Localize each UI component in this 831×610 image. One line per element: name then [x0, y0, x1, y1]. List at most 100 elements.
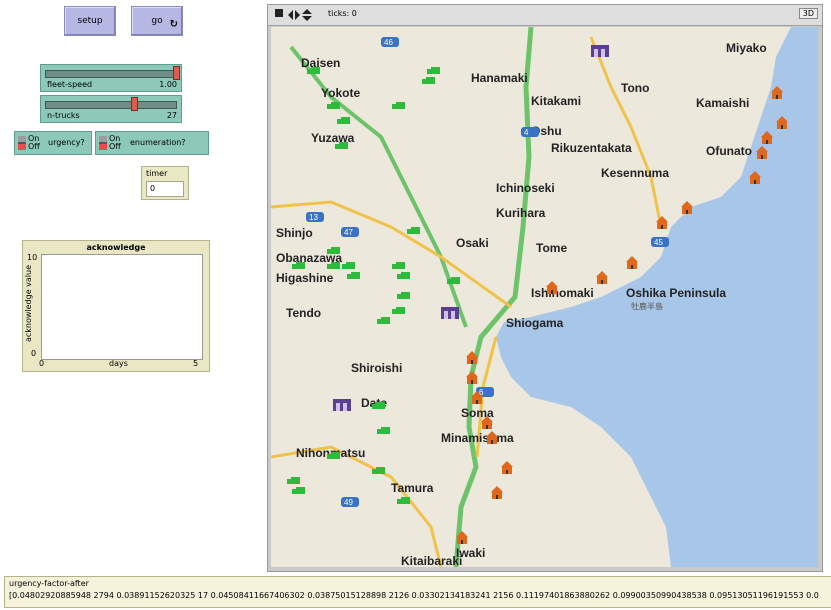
plot-title: acknowledge: [86, 243, 146, 252]
x-axis-min: 0: [39, 359, 45, 368]
city-label: Ichinoseki: [496, 181, 555, 195]
truck-icon: [407, 227, 420, 234]
switch-on-off: On Off: [109, 134, 121, 151]
city-label: Daisen: [301, 56, 340, 70]
slider-value: 27: [166, 111, 177, 120]
city-label: Tono: [621, 81, 649, 95]
truck-icon: [327, 102, 340, 109]
y-axis-min: 0: [31, 349, 37, 358]
map[interactable]: Daisen Hanamaki Tono Miyako Yokote Kitakami Ka…: [271, 27, 818, 567]
x-axis-max: 5: [193, 359, 199, 368]
n-trucks-slider[interactable]: n-trucks 27: [40, 95, 182, 123]
output-value: [0.04802920885948 2794 0.03891152620325 …: [9, 591, 819, 600]
y-axis-max: 10: [27, 253, 38, 262]
truck-icon: [342, 262, 355, 269]
view-controls-icon[interactable]: [274, 8, 318, 22]
toggle-icon[interactable]: [99, 136, 107, 150]
truck-icon: [287, 477, 300, 484]
timer-monitor: timer 0: [141, 166, 189, 200]
highway: [289, 45, 468, 328]
city-label: Tendo: [286, 306, 321, 320]
city-label: Miyako: [726, 41, 767, 55]
truck-icon: [427, 67, 440, 74]
house-icon: [491, 486, 503, 499]
slider-track[interactable]: [45, 101, 177, 109]
slider-knob[interactable]: [173, 66, 180, 80]
setup-label: setup: [77, 16, 103, 26]
slider-track[interactable]: [45, 70, 177, 78]
city-label: Osaki: [456, 236, 489, 250]
truck-icon: [327, 247, 340, 254]
view-toolbar: ticks: 0 3D: [268, 5, 822, 26]
city-label: Tamura: [391, 481, 434, 495]
truck-icon: [377, 317, 390, 324]
truck-icon: [397, 272, 410, 279]
truck-icon: [377, 427, 390, 434]
road: [589, 36, 663, 228]
city-label: Tome: [536, 241, 567, 255]
house-icon: [546, 281, 558, 294]
y-axis-label: acknowledge value: [24, 264, 34, 343]
city-label: Kitaibaraki: [401, 554, 462, 567]
acknowledge-plot: acknowledge 10 0 acknowledge value 0 5 d…: [22, 240, 210, 372]
truck-icon: [392, 262, 405, 269]
truck-icon: [347, 272, 360, 279]
slider-name: n-trucks: [47, 111, 80, 120]
city-label: Soma: [461, 406, 494, 420]
city-label: Yokote: [321, 86, 360, 100]
city-label: Shiroishi: [351, 361, 402, 375]
highway: [453, 27, 534, 567]
switch-on-off: On Off: [28, 134, 40, 151]
monitor-name: timer: [146, 169, 168, 178]
go-button[interactable]: go ↻: [131, 6, 183, 36]
city-label: Hanamaki: [471, 71, 528, 85]
city-label: Rikuzentakata: [551, 141, 632, 155]
fleet-speed-slider[interactable]: fleet-speed 1.00: [40, 64, 182, 92]
3d-button[interactable]: 3D: [798, 8, 818, 19]
city-label: Ofunato: [706, 144, 752, 158]
oshika-sub-label: 牡鹿半島: [631, 301, 663, 311]
truck-icon: [392, 102, 405, 109]
slider-name: fleet-speed: [47, 80, 93, 89]
forever-icon: ↻: [169, 19, 178, 30]
route-number: 13: [309, 213, 318, 222]
city-label: Kesennuma: [601, 166, 669, 180]
city-label: Shinjo: [276, 226, 313, 240]
x-axis-label: days: [109, 359, 128, 368]
ticks-label: ticks: 0: [328, 9, 357, 18]
truck-icon: [292, 487, 305, 494]
city-label: Higashine: [276, 271, 334, 285]
house-icon: [626, 256, 638, 269]
plot-area: [41, 254, 203, 360]
enumeration-switch[interactable]: On Off enumeration?: [95, 131, 209, 155]
house-icon: [466, 371, 478, 384]
depot-icon: [333, 399, 351, 411]
toggle-icon[interactable]: [18, 136, 26, 150]
truck-icon: [397, 497, 410, 504]
city-label: Kurihara: [496, 206, 546, 220]
truck-icon: [337, 117, 350, 124]
city-label: Ishinomaki: [531, 286, 594, 300]
truck-icon: [397, 292, 410, 299]
house-icon: [501, 461, 513, 474]
truck-icon: [392, 307, 405, 314]
slider-knob[interactable]: [131, 97, 138, 111]
house-icon: [681, 201, 693, 214]
city-label: Kitakami: [531, 94, 581, 108]
city-label: Kamaishi: [696, 96, 749, 110]
monitor-value: 0: [146, 181, 184, 197]
output-name: urgency-factor-after: [9, 579, 89, 588]
switch-name: enumeration?: [130, 138, 186, 147]
route-number: 46: [384, 38, 393, 47]
city-label: Oshika Peninsula: [626, 286, 726, 300]
output-monitor: urgency-factor-after [0.04802920885948 2…: [4, 576, 831, 608]
world-view[interactable]: ticks: 0 3D Daisen Hanamaki Tono Miyako Yoko…: [267, 4, 823, 572]
urgency-switch[interactable]: On Off urgency?: [14, 131, 92, 155]
depot-icon: [591, 45, 609, 57]
route-number: 47: [344, 228, 353, 237]
house-icon: [596, 271, 608, 284]
depot-icon: [441, 307, 459, 319]
route-number: 49: [344, 498, 353, 507]
city-label: Yuzawa: [311, 131, 355, 145]
setup-button[interactable]: setup: [64, 6, 116, 36]
